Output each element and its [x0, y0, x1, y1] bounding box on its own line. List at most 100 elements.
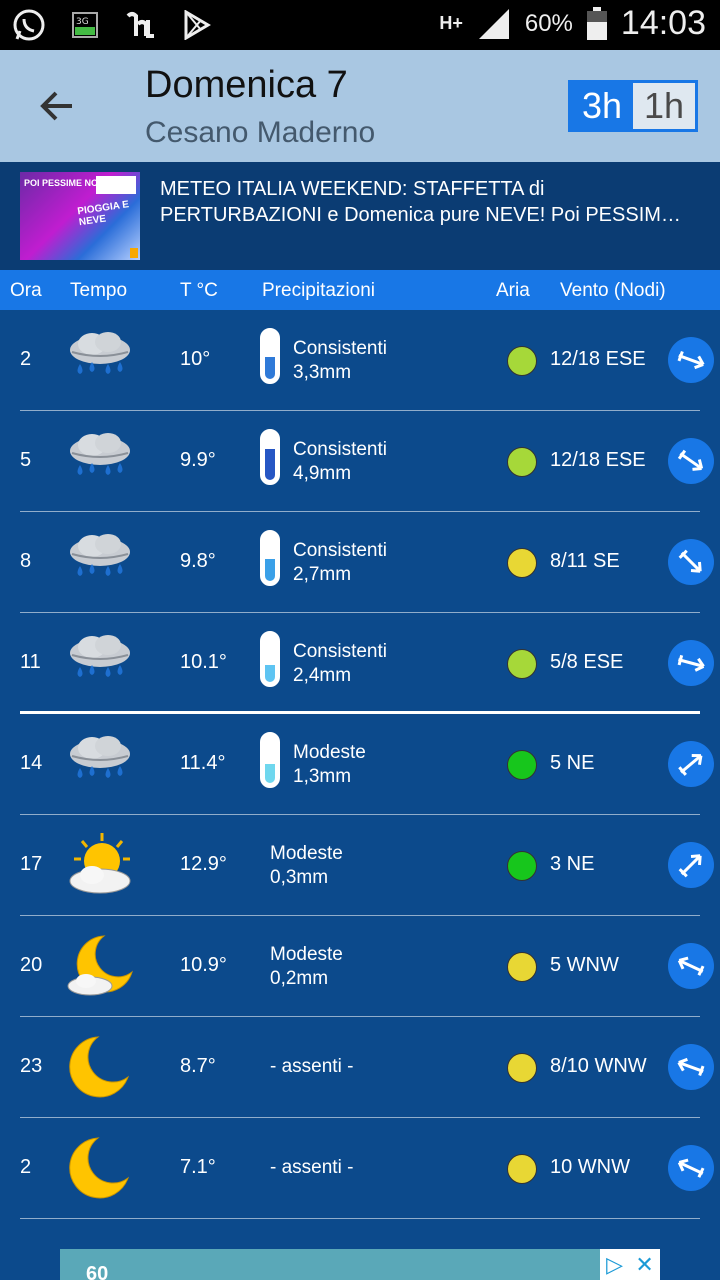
wind-arrow-wnw-icon[interactable]	[668, 1145, 714, 1191]
moon-icon	[64, 1035, 136, 1099]
row-temperature: 12.9°	[180, 853, 227, 875]
precip-line: Consistenti	[293, 439, 387, 460]
precip-gauge-fill	[265, 559, 275, 581]
row-precipitation: - assenti -	[270, 1156, 353, 1180]
rain-cloud-icon	[64, 732, 136, 796]
row-hour: 14	[20, 752, 43, 774]
row-temperature: 9.9°	[180, 449, 216, 471]
row-wind: 8/10 WNW	[550, 1055, 647, 1077]
row-precipitation: Consistenti 4,9mm	[293, 438, 387, 486]
3g-icon: 3G	[66, 6, 104, 44]
table-row[interactable]: 14 11.4° Modeste 1,3mm 5 NE	[20, 714, 714, 815]
row-hour: 17	[20, 853, 43, 875]
row-wind: 10 WNW	[550, 1156, 630, 1178]
row-precipitation: Consistenti 2,4mm	[293, 640, 387, 688]
precip-gauge	[260, 732, 280, 788]
wind-arrow-ese-icon[interactable]	[668, 337, 714, 383]
moon-icon	[64, 1136, 136, 1200]
table-row[interactable]: 23 8.7° - assenti - 8/10 WNW	[20, 1017, 714, 1118]
adchoices-icon[interactable]: ▷	[606, 1252, 623, 1278]
row-temperature: 9.8°	[180, 550, 216, 572]
precip-line: 1,3mm	[293, 766, 352, 787]
wind-arrow-wnw-icon[interactable]	[668, 1044, 714, 1090]
row-wind: 3 NE	[550, 853, 595, 875]
col-precip: Precipitazioni	[262, 280, 375, 301]
col-temp: T °C	[180, 280, 218, 301]
rain-cloud-icon	[64, 530, 136, 594]
news-headline[interactable]: METEO ITALIA WEEKEND: STAFFETTA di PERTU…	[160, 176, 705, 228]
svg-text:3G: 3G	[76, 17, 89, 27]
forecast-table: 2 10° Consistenti 3,3mm 12/18 ESE 5 9.9° C…	[0, 310, 720, 1219]
network-label: H+	[439, 13, 463, 33]
signal-icon	[475, 5, 513, 43]
wind-arrow-ese-icon[interactable]	[668, 640, 714, 686]
precip-line: 0,3mm	[270, 867, 329, 888]
battery-icon	[585, 5, 609, 43]
col-aria: Aria	[496, 280, 530, 301]
wind-arrow-ne-icon[interactable]	[668, 741, 714, 787]
row-temperature: 11.4°	[180, 752, 226, 774]
battery-percent: 60%	[524, 9, 573, 37]
ad-text: 60	[86, 1263, 109, 1280]
air-quality-dot	[507, 1053, 537, 1083]
table-row[interactable]: 5 9.9° Consistenti 4,9mm 12/18 ESE	[20, 411, 714, 512]
precip-gauge-fill	[265, 764, 275, 783]
row-precipitation: Modeste 0,2mm	[270, 943, 343, 991]
precip-gauge-fill	[265, 665, 275, 682]
row-hour: 23	[20, 1055, 43, 1077]
row-hour: 8	[20, 550, 32, 572]
wind-arrow-se-icon[interactable]	[668, 539, 714, 585]
row-hour: 11	[20, 651, 41, 673]
toggle-1h[interactable]: 1h	[633, 83, 695, 129]
thumb-box	[96, 176, 136, 194]
air-quality-dot	[507, 750, 537, 780]
toggle-3h[interactable]: 3h	[571, 83, 633, 129]
col-tempo: Tempo	[70, 280, 128, 301]
col-ora: Ora	[10, 280, 42, 301]
thumb-logo	[130, 248, 138, 258]
precip-line: Consistenti	[293, 338, 387, 359]
precip-gauge	[260, 429, 280, 485]
interval-toggle: 3h 1h	[568, 80, 698, 132]
air-quality-dot	[507, 649, 537, 679]
row-precipitation: Consistenti 3,3mm	[293, 337, 387, 385]
ad-banner[interactable]: 60 ▷ ✕	[60, 1249, 660, 1280]
row-wind: 5 WNW	[550, 954, 619, 976]
news-banner[interactable]: POI PESSIME NOTIZIE PIOGGIA E NEVE METEO…	[0, 162, 720, 270]
back-arrow-icon[interactable]	[36, 84, 80, 128]
row-wind: 12/18 ESE	[550, 348, 646, 370]
status-bar: 3G H+ 60% 14:03	[0, 0, 720, 50]
air-quality-dot	[507, 1154, 537, 1184]
whatsapp-icon	[10, 6, 48, 44]
precip-line: 2,7mm	[293, 564, 352, 585]
table-row[interactable]: 17 12.9° Modeste 0,3mm 3 NE	[20, 815, 714, 916]
precip-line: - assenti -	[270, 1056, 354, 1077]
table-row[interactable]: 2 10° Consistenti 3,3mm 12/18 ESE	[20, 310, 714, 411]
wind-arrow-ese-icon[interactable]	[668, 438, 714, 484]
air-quality-dot	[507, 952, 537, 982]
table-row[interactable]: 11 10.1° Consistenti 2,4mm 5/8 ESE	[20, 613, 714, 714]
row-wind: 12/18 ESE	[550, 449, 646, 471]
air-quality-dot	[507, 851, 537, 881]
wind-arrow-wnw-icon[interactable]	[668, 943, 714, 989]
precip-line: Modeste	[293, 742, 366, 763]
moon-cloud-icon	[64, 934, 136, 998]
row-precipitation: Modeste 1,3mm	[293, 741, 366, 789]
wind-arrow-ne-icon[interactable]	[668, 842, 714, 888]
row-temperature: 10.9°	[180, 954, 227, 976]
app-icon	[122, 6, 160, 44]
row-precipitation: - assenti -	[270, 1055, 353, 1079]
play-store-icon	[178, 6, 216, 44]
app-header: Domenica 7 Cesano Maderno 3h 1h	[0, 50, 720, 162]
row-temperature: 10.1°	[180, 651, 227, 673]
precip-line: Modeste	[270, 944, 343, 965]
table-row[interactable]: 2 7.1° - assenti - 10 WNW	[20, 1118, 714, 1219]
precip-line: 2,4mm	[293, 665, 352, 686]
rain-cloud-icon	[64, 328, 136, 392]
row-wind: 5 NE	[550, 752, 595, 774]
precip-line: 0,2mm	[270, 968, 329, 989]
table-header: Ora Tempo T °C Precipitazioni Aria Vento…	[0, 270, 720, 310]
table-row[interactable]: 20 10.9° Modeste 0,2mm 5 WNW	[20, 916, 714, 1017]
close-icon[interactable]: ✕	[635, 1252, 653, 1278]
table-row[interactable]: 8 9.8° Consistenti 2,7mm 8/11 SE	[20, 512, 714, 613]
